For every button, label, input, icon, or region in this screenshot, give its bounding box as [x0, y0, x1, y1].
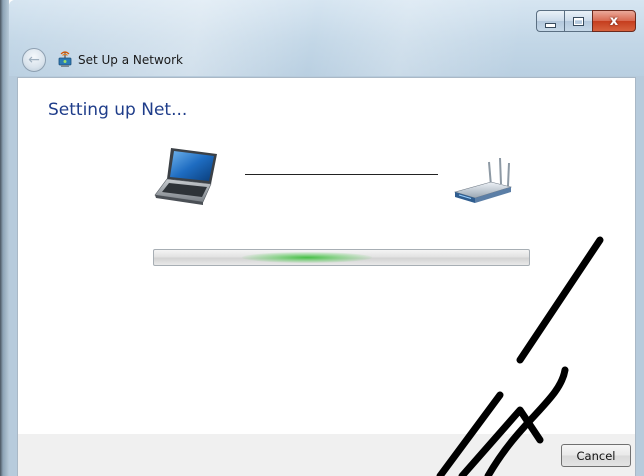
page-heading: Setting up Net... [48, 100, 188, 120]
caption-buttons: x [536, 10, 636, 32]
maximize-icon [573, 16, 584, 26]
progress-bar [153, 249, 530, 266]
minimize-icon [545, 22, 556, 28]
back-button[interactable]: ← [22, 48, 46, 72]
maximize-button[interactable] [564, 10, 592, 32]
window-title: Set Up a Network [78, 53, 184, 67]
left-screen-edge [0, 0, 9, 476]
progress-indicator [242, 252, 372, 263]
laptop-icon [154, 148, 217, 205]
close-icon: x [609, 13, 619, 29]
connection-line [245, 174, 438, 175]
wireless-router-icon [453, 157, 513, 203]
footer-bar: Cancel [17, 434, 636, 476]
content-panel: Setting up Net... [17, 77, 636, 434]
network-setup-icon [58, 51, 72, 67]
back-arrow-icon: ← [28, 52, 40, 68]
minimize-button[interactable] [536, 10, 564, 32]
cancel-button[interactable]: Cancel [561, 444, 631, 467]
close-button[interactable]: x [592, 10, 636, 32]
set-up-network-window: x ← Set Up a Network Setting up Net... C… [0, 0, 644, 476]
